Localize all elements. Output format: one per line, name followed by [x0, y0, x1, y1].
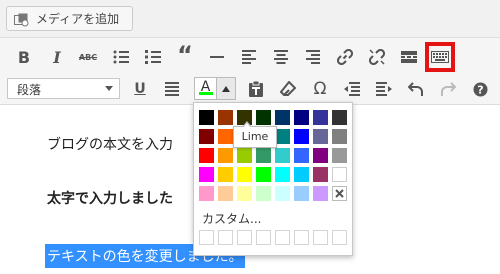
content-line-1[interactable]: ブログの本文を入力 — [47, 134, 173, 154]
toolbar-toggle-highlight — [425, 42, 455, 72]
color-swatch[interactable] — [218, 148, 233, 163]
editor-header: メディアを追加 — [0, 0, 500, 37]
add-media-button[interactable]: メディアを追加 — [6, 6, 133, 31]
color-swatch[interactable] — [275, 148, 290, 163]
color-swatch[interactable] — [294, 186, 309, 201]
bullet-list-icon[interactable] — [109, 45, 133, 69]
custom-color-slot[interactable] — [313, 230, 328, 245]
text-color-dropdown-toggle[interactable] — [217, 77, 236, 100]
bold-icon[interactable]: B — [12, 45, 36, 69]
custom-color-slot[interactable] — [199, 230, 214, 245]
align-left-icon[interactable] — [237, 45, 261, 69]
custom-color-link[interactable]: カスタム... — [202, 210, 261, 227]
color-swatch[interactable] — [256, 186, 271, 201]
color-swatch[interactable] — [332, 148, 347, 163]
color-swatch[interactable] — [313, 186, 328, 201]
blockquote-icon[interactable]: “ — [173, 41, 197, 69]
text-color-button[interactable]: A — [194, 77, 217, 100]
strikethrough-icon[interactable]: ABC — [76, 45, 100, 69]
color-swatch[interactable] — [332, 167, 347, 182]
color-swatch[interactable] — [218, 110, 233, 125]
format-select-value: 段落 — [17, 83, 42, 97]
align-center-icon[interactable] — [269, 45, 293, 69]
redo-icon[interactable] — [436, 77, 460, 101]
color-swatch[interactable] — [256, 167, 271, 182]
current-color-bar — [199, 92, 213, 95]
content-line-2[interactable]: 太字で入力しました — [47, 188, 173, 208]
color-swatch[interactable] — [313, 167, 328, 182]
clear-formatting-icon[interactable] — [276, 77, 300, 101]
color-swatch[interactable] — [313, 129, 328, 144]
color-swatch[interactable] — [199, 129, 214, 144]
color-swatch[interactable] — [275, 110, 290, 125]
color-swatch[interactable] — [332, 129, 347, 144]
underline-icon[interactable]: U — [128, 77, 152, 101]
color-swatch[interactable] — [313, 110, 328, 125]
help-icon[interactable]: ? — [468, 77, 492, 101]
color-swatch[interactable] — [199, 167, 214, 182]
color-swatch[interactable] — [218, 167, 233, 182]
format-select[interactable]: 段落 — [7, 78, 120, 99]
color-swatch[interactable] — [199, 110, 214, 125]
color-swatch[interactable] — [275, 129, 290, 144]
align-right-icon[interactable] — [301, 45, 325, 69]
numbered-list-icon[interactable] — [141, 45, 165, 69]
color-swatch[interactable] — [275, 186, 290, 201]
read-more-icon[interactable] — [397, 45, 421, 69]
color-swatch[interactable] — [313, 148, 328, 163]
justify-icon[interactable] — [160, 77, 184, 101]
color-swatch[interactable] — [237, 167, 252, 182]
color-swatch[interactable] — [294, 110, 309, 125]
color-swatch[interactable] — [218, 186, 233, 201]
svg-text:?: ? — [477, 83, 483, 96]
custom-color-slot[interactable] — [256, 230, 271, 245]
color-swatch[interactable] — [218, 129, 233, 144]
undo-icon[interactable] — [404, 77, 428, 101]
color-tooltip: Lime — [233, 121, 277, 148]
italic-icon[interactable]: I — [45, 45, 69, 69]
custom-color-slot[interactable] — [218, 230, 233, 245]
color-swatch[interactable] — [294, 167, 309, 182]
custom-color-slot[interactable] — [332, 230, 347, 245]
color-swatch[interactable] — [256, 148, 271, 163]
paste-text-icon[interactable] — [244, 77, 268, 101]
unlink-icon[interactable] — [365, 45, 389, 69]
link-icon[interactable] — [333, 45, 357, 69]
color-swatch[interactable] — [275, 167, 290, 182]
custom-color-slot[interactable] — [237, 230, 252, 245]
color-swatch[interactable] — [237, 148, 252, 163]
color-swatch[interactable] — [294, 148, 309, 163]
color-swatch[interactable] — [199, 186, 214, 201]
outdent-icon[interactable] — [340, 77, 364, 101]
color-swatch[interactable] — [294, 129, 309, 144]
color-swatch[interactable] — [199, 148, 214, 163]
custom-color-slot[interactable] — [294, 230, 309, 245]
remove-color-icon[interactable] — [332, 186, 347, 201]
indent-icon[interactable] — [372, 77, 396, 101]
add-media-label: メディアを追加 — [36, 12, 120, 26]
color-swatch[interactable] — [332, 110, 347, 125]
custom-color-slot[interactable] — [275, 230, 290, 245]
color-swatch[interactable] — [256, 110, 271, 125]
color-swatch[interactable] — [237, 186, 252, 201]
horizontal-rule-icon[interactable] — [205, 45, 229, 69]
media-icon — [14, 12, 30, 26]
special-character-icon[interactable]: Ω — [308, 77, 332, 101]
chevron-down-icon — [105, 86, 113, 91]
